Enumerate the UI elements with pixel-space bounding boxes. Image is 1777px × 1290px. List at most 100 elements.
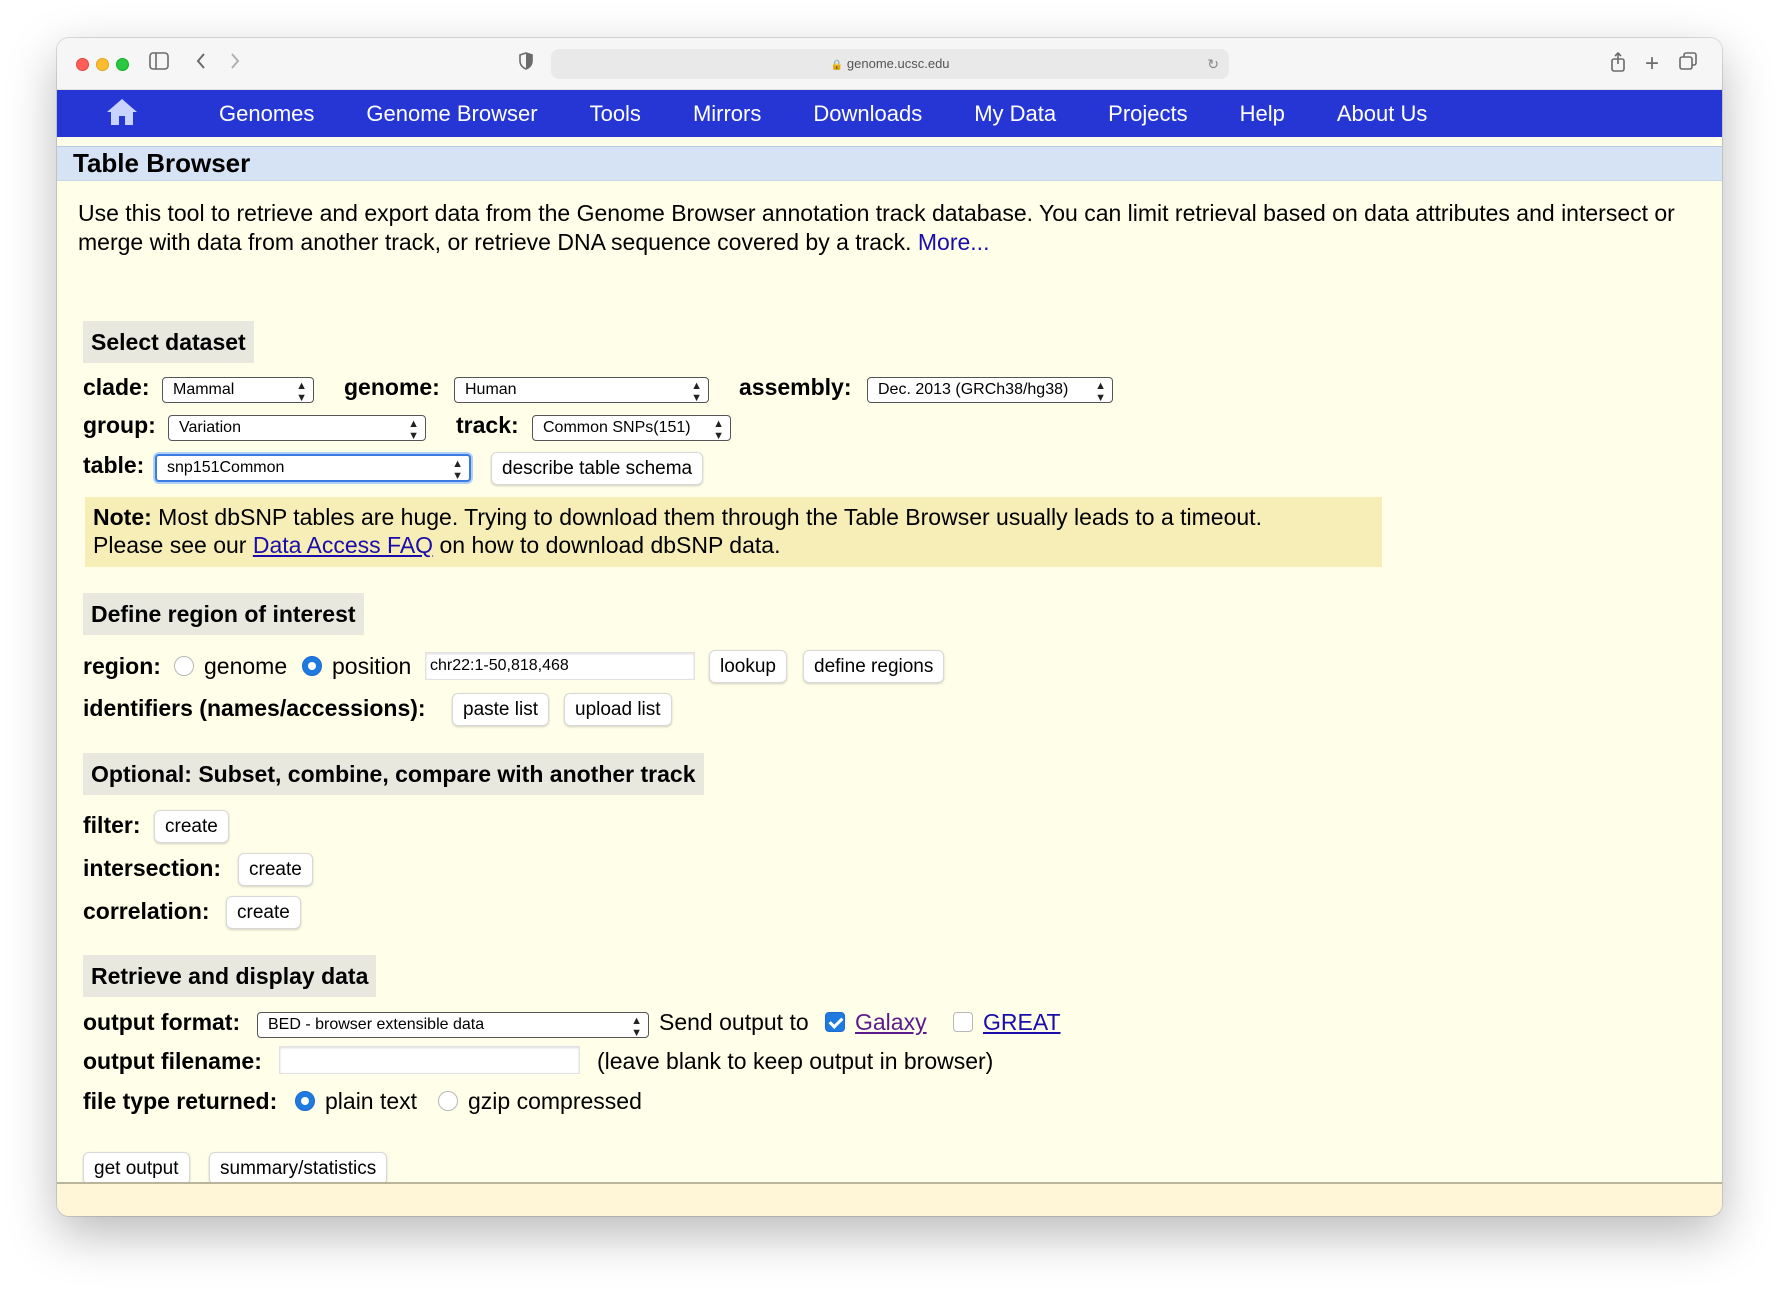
note-line-1: Note: Most dbSNP tables are huge. Trying… [93,503,1374,531]
upload-list-button[interactable]: upload list [564,693,672,726]
great-link[interactable]: GREAT [983,1008,1061,1036]
group-label: group: [83,412,156,438]
select-arrows-icon: ▲ ▼ [408,418,419,442]
select-arrows-icon: ▲ ▼ [1095,380,1106,404]
note-bold-label: Note: [93,504,152,530]
genome-select[interactable]: Human ▲ ▼ [454,377,709,404]
select-arrows-icon: ▲ ▼ [296,380,307,404]
identifiers-label: identifiers (names/accessions): [83,695,426,721]
next-section-band [57,1184,1722,1216]
track-label: track: [456,412,519,438]
output-filename-label: output filename: [83,1048,262,1074]
share-icon[interactable] [1610,51,1626,78]
intro-body: Use this tool to retrieve and export dat… [78,200,1675,255]
output-format-label: output format: [83,1009,241,1035]
galaxy-link[interactable]: Galaxy [855,1008,927,1036]
filter-create-button[interactable]: create [154,810,229,843]
browser-window: 🔒 genome.ucsc.edu ↻ + Genomes Genome Brow… [57,38,1722,1216]
track-select[interactable]: Common SNPs(151) ▲ ▼ [532,415,731,442]
lookup-button[interactable]: lookup [709,650,787,683]
nav-item-downloads[interactable]: Downloads [787,90,948,137]
correlation-label: correlation: [83,898,210,924]
clade-select[interactable]: Mammal ▲ ▼ [162,377,314,404]
table-label: table: [83,452,145,478]
address-bar[interactable]: 🔒 genome.ucsc.edu ↻ [551,49,1229,79]
note-text-2-post: on how to download dbSNP data. [439,532,781,558]
summary-statistics-button[interactable]: summary/statistics [209,1152,388,1185]
filter-label: filter: [83,812,141,838]
intro-text: Use this tool to retrieve and export dat… [78,199,1678,257]
assembly-select[interactable]: Dec. 2013 (GRCh38/hg38) ▲ ▼ [867,377,1113,404]
clade-value: Mammal [173,381,235,398]
nav-item-tools[interactable]: Tools [564,90,667,137]
great-checkbox[interactable] [953,1012,973,1032]
page-title: Table Browser [57,146,1722,181]
nav-item-help[interactable]: Help [1214,90,1311,137]
table-value: snp151Common [167,459,285,476]
browser-toolbar: 🔒 genome.ucsc.edu ↻ + [57,38,1722,90]
describe-table-schema-button[interactable]: describe table schema [491,452,704,485]
clade-label: clade: [83,374,150,400]
main-content: Table Browser Use this tool to retrieve … [57,137,1722,1216]
track-value: Common SNPs(151) [543,419,691,436]
note-text-1: Most dbSNP tables are huge. Trying to do… [158,504,1262,530]
position-input[interactable]: chr22:1-50,818,468 [425,652,695,680]
region-genome-option: genome [204,653,288,679]
gzip-radio[interactable] [438,1091,458,1111]
output-filename-input[interactable] [279,1046,580,1074]
region-position-radio[interactable] [302,656,322,676]
galaxy-checkbox[interactable] [825,1012,845,1032]
nav-item-mirrors[interactable]: Mirrors [667,90,787,137]
output-format-value: BED - browser extensible data [268,1016,485,1033]
note-text-2-pre: Please see our [93,532,247,558]
dbsnp-note: Note: Most dbSNP tables are huge. Trying… [85,497,1382,567]
minimize-window-button[interactable] [96,58,109,71]
select-arrows-icon: ▲ ▼ [713,418,724,442]
sidebar-toggle-icon[interactable] [149,52,169,76]
define-regions-button[interactable]: define regions [803,650,945,683]
back-arrow-icon[interactable] [195,52,207,76]
more-link[interactable]: More... [918,229,990,255]
get-output-button[interactable]: get output [83,1152,190,1185]
genome-label: genome: [344,374,440,400]
select-dataset-heading: Select dataset [83,321,254,363]
lock-icon: 🔒 [830,60,843,71]
paste-list-button[interactable]: paste list [452,693,549,726]
close-window-button[interactable] [76,58,89,71]
table-select[interactable]: snp151Common ▲ ▼ [155,454,471,482]
intersection-create-button[interactable]: create [238,853,313,886]
tab-overview-icon[interactable] [1679,52,1697,76]
select-arrows-icon: ▲ ▼ [631,1015,642,1039]
group-select[interactable]: Variation ▲ ▼ [168,415,426,442]
forward-arrow-icon[interactable] [229,52,241,76]
new-tab-icon[interactable]: + [1645,52,1659,76]
nav-item-my-data[interactable]: My Data [948,90,1082,137]
region-position-option: position [332,653,412,679]
site-navigation: Genomes Genome Browser Tools Mirrors Dow… [57,90,1722,137]
gzip-option: gzip compressed [468,1088,642,1114]
nav-item-genomes[interactable]: Genomes [193,90,340,137]
reload-icon[interactable]: ↻ [1207,49,1219,79]
region-genome-radio[interactable] [174,656,194,676]
nav-item-genome-browser[interactable]: Genome Browser [340,90,563,137]
file-type-label: file type returned: [83,1088,278,1114]
plain-text-radio[interactable] [295,1091,315,1111]
note-line-2: Please see our Data Access FAQ on how to… [93,531,1374,559]
optional-heading: Optional: Subset, combine, compare with … [83,753,704,795]
assembly-value: Dec. 2013 (GRCh38/hg38) [878,381,1069,398]
nav-menu: Genomes Genome Browser Tools Mirrors Dow… [193,90,1453,137]
define-region-heading: Define region of interest [83,593,364,635]
intersection-label: intersection: [83,855,222,881]
zoom-window-button[interactable] [116,58,129,71]
assembly-label: assembly: [739,374,852,400]
privacy-shield-icon[interactable] [519,52,533,76]
genome-value: Human [465,381,517,398]
output-format-select[interactable]: BED - browser extensible data ▲ ▼ [257,1012,649,1039]
select-arrows-icon: ▲ ▼ [452,458,463,482]
home-icon[interactable] [105,97,139,129]
output-filename-hint: (leave blank to keep output in browser) [597,1048,994,1074]
data-access-faq-link[interactable]: Data Access FAQ [253,532,433,558]
nav-item-about-us[interactable]: About Us [1311,90,1454,137]
correlation-create-button[interactable]: create [226,896,301,929]
nav-item-projects[interactable]: Projects [1082,90,1213,137]
